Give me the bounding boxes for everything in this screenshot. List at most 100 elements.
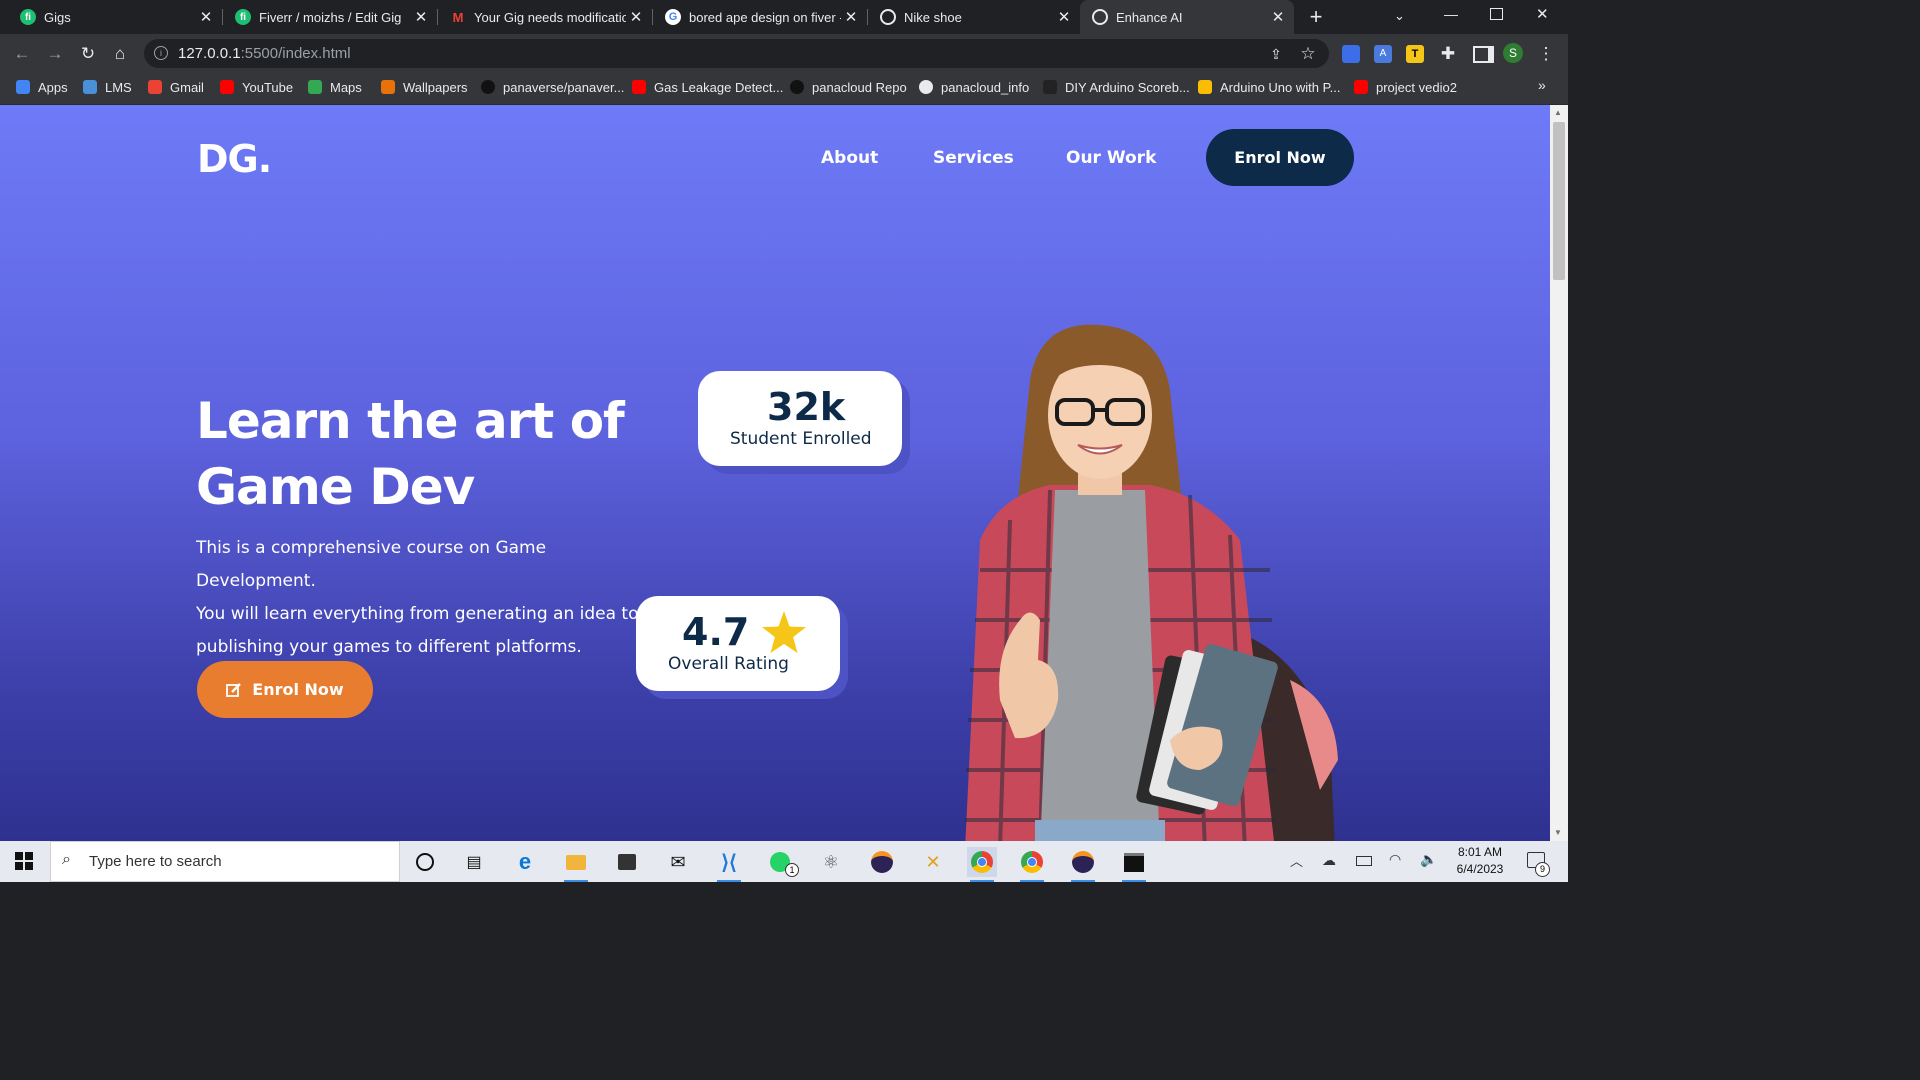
- chrome-profile-icon[interactable]: [1017, 847, 1047, 882]
- bookmark-item[interactable]: project vedio2: [1354, 78, 1457, 96]
- bookmark-label: project vedio2: [1376, 79, 1457, 95]
- gmail-icon: M: [452, 9, 464, 25]
- bookmark-item[interactable]: Gas Leakage Detect...: [632, 78, 783, 96]
- github-icon: [481, 80, 495, 94]
- file-explorer-icon[interactable]: [561, 847, 591, 882]
- eclipse-icon[interactable]: [867, 847, 897, 877]
- tab-google-search[interactable]: G bored ape design on fiver - ✕: [645, 0, 867, 34]
- onedrive-cloud-icon[interactable]: ☁: [1322, 852, 1336, 869]
- chrome-icon[interactable]: [967, 847, 997, 882]
- globe-icon: [880, 9, 896, 25]
- eclipse-running-icon[interactable]: [1068, 847, 1098, 882]
- bookmark-label: Gmail: [170, 79, 204, 95]
- close-tab-icon[interactable]: ✕: [1054, 8, 1074, 26]
- scrollbar-thumb[interactable]: [1553, 122, 1565, 280]
- bookmark-item[interactable]: Arduino Uno with P...: [1198, 78, 1340, 96]
- bookmark-item[interactable]: Wallpapers: [381, 78, 468, 96]
- show-hidden-icons-chevron[interactable]: ︿: [1290, 851, 1303, 870]
- windows-start-icon[interactable]: [15, 852, 33, 870]
- vscode-icon[interactable]: ⟩⟨: [714, 847, 744, 882]
- bookmark-item[interactable]: DIY Arduino Scoreb...: [1043, 78, 1190, 96]
- more-bookmarks-icon[interactable]: »: [1538, 77, 1546, 93]
- hero-text-line-2: You will learn everything from generatin…: [196, 604, 639, 624]
- microsoft-store-icon[interactable]: [612, 847, 642, 877]
- bookmark-item[interactable]: Maps: [308, 78, 362, 96]
- edge-icon[interactable]: e: [510, 847, 540, 877]
- side-panel-icon[interactable]: [1473, 46, 1494, 63]
- fiverr-icon: fi: [235, 9, 251, 25]
- nav-about[interactable]: About: [821, 148, 878, 168]
- nav-services[interactable]: Services: [933, 148, 1014, 168]
- scroll-down-arrow-icon[interactable]: ▼: [1554, 828, 1562, 837]
- tab-gigs[interactable]: fi Gigs ✕: [0, 0, 222, 34]
- t-extension-icon[interactable]: T: [1406, 45, 1424, 63]
- tab-gmail[interactable]: M Your Gig needs modification ✕: [430, 0, 652, 34]
- star-icon: [762, 611, 806, 653]
- nav-our-work[interactable]: Our Work: [1066, 148, 1156, 168]
- reload-icon[interactable]: ↻: [78, 44, 98, 64]
- tab-search-chevron-icon[interactable]: ⌄: [1394, 8, 1405, 24]
- whatsapp-badge: 1: [785, 863, 799, 877]
- hero-title-line-1: Learn the art of: [196, 392, 625, 450]
- search-icon: ⌕: [62, 851, 71, 868]
- bookmark-label: Maps: [330, 79, 362, 95]
- close-tab-icon[interactable]: ✕: [626, 8, 646, 26]
- tab-nike-shoe[interactable]: Nike shoe ✕: [860, 0, 1080, 34]
- bookmark-item[interactable]: YouTube: [220, 78, 293, 96]
- overall-rating-label: Overall Rating: [668, 654, 789, 674]
- url-host: 127.0.0.1: [178, 45, 241, 62]
- translate-extension-icon[interactable]: [1342, 45, 1360, 63]
- back-icon[interactable]: ←: [12, 44, 32, 64]
- close-window-button[interactable]: ✕: [1536, 5, 1549, 23]
- bookmark-item[interactable]: panacloud_info: [919, 78, 1029, 96]
- youtube-icon: [632, 80, 646, 94]
- cortana-icon[interactable]: [410, 847, 440, 877]
- google-icon: G: [665, 9, 681, 25]
- wifi-icon[interactable]: ◠: [1389, 851, 1401, 868]
- menu-kebab-icon[interactable]: ⋮: [1536, 44, 1556, 64]
- atom-app-icon[interactable]: ⚛: [816, 847, 846, 877]
- bookmark-label: panacloud Repo: [812, 79, 907, 95]
- tools-app-icon[interactable]: ✕: [918, 847, 948, 877]
- enrol-now-hero-button[interactable]: Enrol Now: [197, 661, 373, 718]
- home-icon[interactable]: ⌂: [110, 44, 130, 64]
- grammar-extension-icon[interactable]: A: [1374, 45, 1392, 63]
- battery-icon[interactable]: [1356, 856, 1372, 866]
- flame-icon: [381, 80, 395, 94]
- tab-fiverr-edit-gig[interactable]: fi Fiverr / moizhs / Edit Gig ✕: [215, 0, 437, 34]
- bookmark-item[interactable]: Gmail: [148, 78, 204, 96]
- mail-icon[interactable]: ✉: [663, 847, 693, 877]
- close-tab-icon[interactable]: ✕: [411, 8, 431, 26]
- terminal-icon[interactable]: [1119, 847, 1149, 882]
- volume-icon[interactable]: 🔈: [1420, 851, 1437, 868]
- extensions-puzzle-icon[interactable]: ✚: [1438, 44, 1458, 64]
- tab-title: Enhance AI: [1116, 9, 1183, 25]
- restore-button[interactable]: [1490, 8, 1503, 20]
- bookmark-item[interactable]: Apps: [16, 78, 68, 96]
- profile-avatar[interactable]: S: [1503, 43, 1523, 63]
- bookmark-item[interactable]: LMS: [83, 78, 132, 96]
- taskbar-search-placeholder: Type here to search: [89, 853, 222, 870]
- site-info-icon[interactable]: i: [154, 46, 168, 60]
- gmail-icon: [148, 80, 162, 94]
- site-logo[interactable]: DG.: [197, 137, 272, 181]
- enrol-now-nav-button[interactable]: Enrol Now: [1206, 129, 1354, 186]
- share-icon[interactable]: ⇪: [1266, 44, 1286, 64]
- notification-count-badge: 9: [1535, 862, 1550, 877]
- whatsapp-icon[interactable]: 1: [765, 847, 799, 877]
- new-tab-button[interactable]: +: [1306, 6, 1326, 28]
- minimize-button[interactable]: —: [1444, 6, 1458, 22]
- close-tab-icon[interactable]: ✕: [196, 8, 216, 26]
- url-text[interactable]: 127.0.0.1:5500/index.html: [178, 44, 351, 64]
- scroll-up-arrow-icon[interactable]: ▲: [1554, 108, 1562, 117]
- edit-icon: [226, 682, 242, 697]
- bookmark-item[interactable]: panacloud Repo: [790, 78, 907, 96]
- bookmark-star-icon[interactable]: ☆: [1298, 44, 1318, 64]
- tab-enhance-ai[interactable]: Enhance AI ✕: [1080, 0, 1294, 34]
- close-tab-icon[interactable]: ✕: [841, 8, 861, 26]
- system-clock[interactable]: 8:01 AM 6/4/2023: [1448, 844, 1512, 878]
- task-view-icon[interactable]: ▤: [459, 847, 489, 877]
- close-tab-icon[interactable]: ✕: [1268, 8, 1288, 26]
- bookmark-item[interactable]: panaverse/panaver...: [481, 78, 624, 96]
- forward-icon[interactable]: →: [45, 44, 65, 64]
